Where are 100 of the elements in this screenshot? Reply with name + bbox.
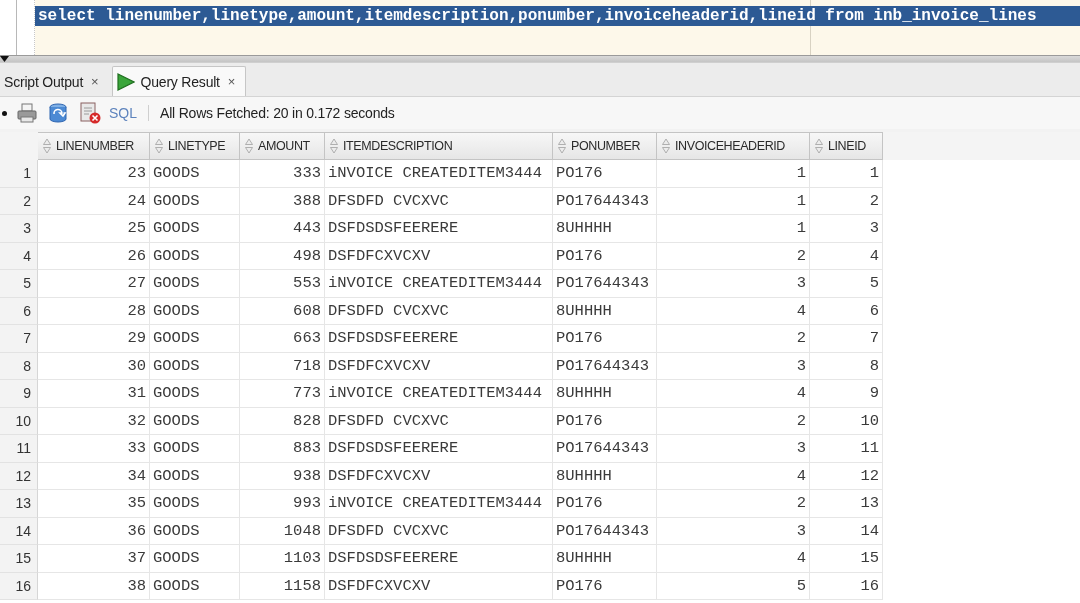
row-number: 9 [0,380,38,408]
table-cell: 4 [657,462,810,490]
table-cell: 15 [810,545,883,573]
close-tab-button[interactable]: × [225,74,238,89]
row-number: 1 [0,160,38,188]
table-cell: GOODS [150,545,240,573]
table-cell: 9 [810,380,883,408]
table-cell: DFSDFD CVCXVC [325,407,553,435]
table-cell: DSFDSDSFEERERE [325,435,553,463]
column-header[interactable]: LINETYPE [150,132,240,160]
table-cell: 30 [38,352,150,380]
table-cell: 1103 [240,545,325,573]
close-tab-button[interactable]: × [89,74,101,89]
table-cell: 35 [38,490,150,518]
row-number: 12 [0,462,38,490]
column-header[interactable]: LINENUMBER [38,132,150,160]
row-number: 2 [0,187,38,215]
table-cell: 1048 [240,517,325,545]
table-cell: 3 [810,215,883,243]
row-number: 10 [0,407,38,435]
table-cell: 8UHHHH [553,462,657,490]
table-cell: 663 [240,325,325,353]
column-header[interactable]: LINEID [810,132,883,160]
sort-icon [815,138,823,154]
table-cell: 938 [240,462,325,490]
table-cell: 4 [657,380,810,408]
table-cell: GOODS [150,215,240,243]
row-number: 11 [0,435,38,463]
table-cell: 5 [810,270,883,298]
row-number: 16 [0,572,38,600]
table-cell: 1158 [240,572,325,600]
table-cell: 24 [38,187,150,215]
table-cell: DFSDFD CVCXVC [325,297,553,325]
table-cell: 26 [38,242,150,270]
table-cell: GOODS [150,517,240,545]
table-cell: iNVOICE CREATEDITEM3444 [325,160,553,188]
table-cell: PO17644343 [553,270,657,298]
table-cell: DFSDFD CVCXVC [325,517,553,545]
table-cell: 1 [657,215,810,243]
table-cell: 31 [38,380,150,408]
sort-icon [558,138,566,154]
table-cell: PO176 [553,160,657,188]
table-cell: PO17644343 [553,352,657,380]
table-cell: 8UHHHH [553,215,657,243]
column-header[interactable]: AMOUNT [240,132,325,160]
table-cell: 14 [810,517,883,545]
sort-icon [330,138,338,154]
table-cell: DSFDFCXVCXV [325,572,553,600]
sql-button[interactable]: SQL [109,105,137,121]
table-cell: 34 [38,462,150,490]
refresh-icon[interactable] [47,102,69,124]
splitter-arrow-icon[interactable] [0,56,9,62]
table-cell: 7 [810,325,883,353]
document-x-icon[interactable] [79,102,101,124]
row-number: 4 [0,242,38,270]
table-cell: PO17644343 [553,435,657,463]
table-cell: DFSDFD CVCXVC [325,187,553,215]
column-header[interactable]: PONUMBER [553,132,657,160]
table-cell: GOODS [150,380,240,408]
table-cell: 8UHHHH [553,297,657,325]
table-cell: 3 [657,352,810,380]
table-cell: 443 [240,215,325,243]
table-cell: 3 [657,517,810,545]
table-cell: 3 [657,435,810,463]
table-cell: 33 [38,435,150,463]
table-cell: iNVOICE CREATEDITEM3444 [325,380,553,408]
table-cell: DSFDFCXVCXV [325,352,553,380]
table-cell: PO176 [553,572,657,600]
table-cell: GOODS [150,572,240,600]
column-header[interactable]: ITEMDESCRIPTION [325,132,553,160]
table-cell: 27 [38,270,150,298]
table-cell: 4 [657,297,810,325]
table-cell: DSFDSDSFEERERE [325,215,553,243]
table-cell: 828 [240,407,325,435]
column-header[interactable]: INVOICEHEADERID [657,132,810,160]
printer-icon[interactable] [17,103,37,123]
sort-icon [43,138,51,154]
sort-icon [155,138,163,154]
table-cell: PO176 [553,325,657,353]
table-cell: GOODS [150,160,240,188]
table-cell: 13 [810,490,883,518]
table-cell: 2 [657,325,810,353]
result-tab[interactable]: Script Output × [0,66,110,96]
table-cell: DSFDSDSFEERERE [325,545,553,573]
table-cell: 10 [810,407,883,435]
row-number: 5 [0,270,38,298]
table-cell: 36 [38,517,150,545]
table-cell: 3 [657,270,810,298]
table-cell: DSFDFCXVCXV [325,462,553,490]
table-cell: 38 [38,572,150,600]
table-cell: 11 [810,435,883,463]
table-cell: GOODS [150,462,240,490]
table-cell: 8UHHHH [553,545,657,573]
result-tab[interactable]: Query Result × [111,66,247,96]
table-cell: 2 [810,187,883,215]
table-cell: 6 [810,297,883,325]
play-icon [116,72,135,91]
table-cell: 608 [240,297,325,325]
table-cell: PO17644343 [553,517,657,545]
table-cell: 8 [810,352,883,380]
